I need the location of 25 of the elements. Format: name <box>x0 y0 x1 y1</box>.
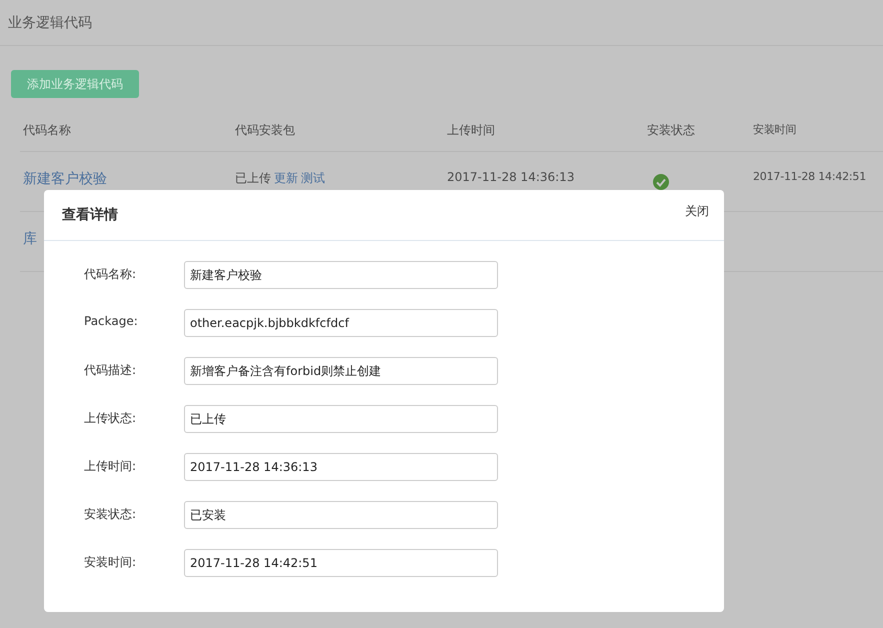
input-field[interactable]: 2017-11-28 14:36:13 <box>184 453 498 481</box>
input-field[interactable]: 已安装 <box>184 501 498 529</box>
upload-time: 2017-11-28 14:36:13 <box>447 170 574 184</box>
column-header: 代码名称 <box>23 122 72 139</box>
field-label: 上传时间: <box>83 458 138 475</box>
input-field[interactable]: 新增客户备注含有forbid则禁止创建 <box>184 357 498 385</box>
field-label: 安装时间: <box>83 554 138 571</box>
input-field[interactable]: 新建客户校验 <box>184 261 498 289</box>
package-status: 已上传 <box>235 171 271 185</box>
field-label: 代码名称: <box>83 266 138 283</box>
dialog-title: 查看详情 <box>62 206 118 224</box>
column-header: 安装状态 <box>647 122 696 139</box>
column-header: 安装时间 <box>753 122 798 137</box>
field-label: 安装状态: <box>83 506 138 523</box>
close-link[interactable]: 关闭 <box>685 202 709 220</box>
column-header: 上传时间 <box>447 122 496 139</box>
field-label: 代码描述: <box>83 362 138 379</box>
column-header: 代码安装包 <box>235 122 296 139</box>
field-label: 上传状态: <box>83 410 138 427</box>
input-field[interactable]: 2017-11-28 14:42:51 <box>184 549 498 577</box>
input-field[interactable]: 已上传 <box>184 405 498 433</box>
install-time: 2017-11-28 14:42:51 <box>753 170 866 183</box>
field-label: Package: <box>83 314 139 328</box>
page-title: 业务逻辑代码 <box>8 14 92 32</box>
input-field[interactable]: other.eacpjk.bjbbkdkfcfdcf <box>184 309 498 337</box>
